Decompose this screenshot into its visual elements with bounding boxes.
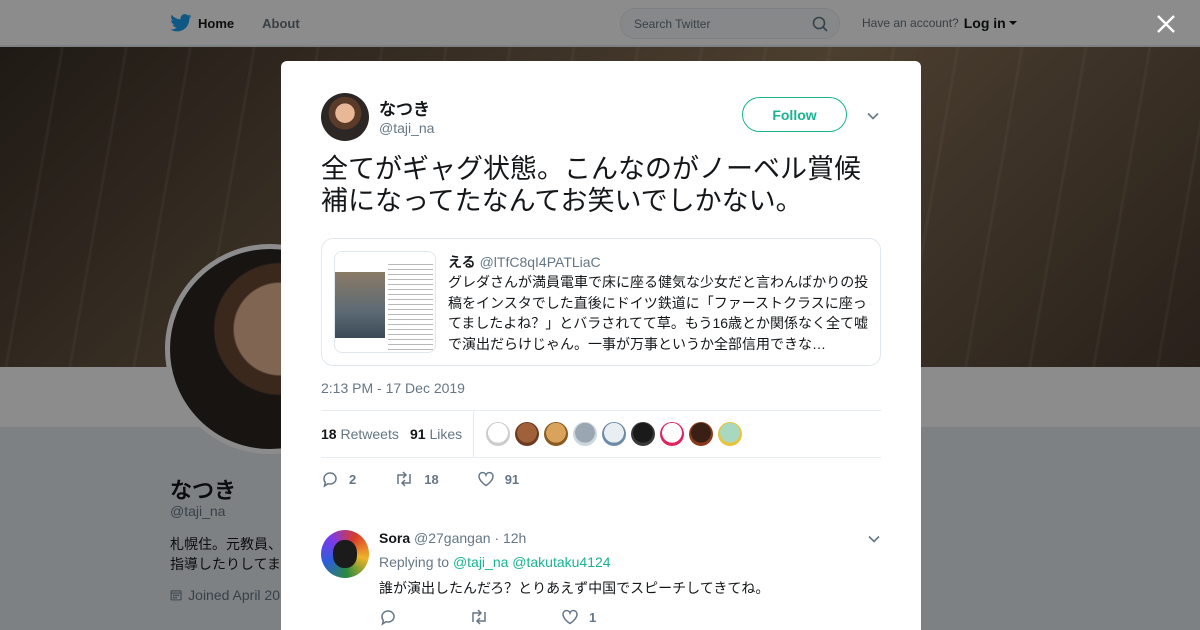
liker-avatar[interactable] xyxy=(718,422,742,446)
chevron-down-icon[interactable] xyxy=(867,532,881,546)
liker-avatar[interactable] xyxy=(573,422,597,446)
reply-icon xyxy=(381,610,395,626)
likes-count: 91 xyxy=(410,426,426,442)
liker-avatar[interactable] xyxy=(660,422,684,446)
retweet-count: 18 xyxy=(424,471,439,487)
tweet-stats: 18 Retweets 91 Likes xyxy=(321,410,881,458)
liker-avatar[interactable] xyxy=(515,422,539,446)
tweet-text: 全てがギャグ状態。こんなのがノーベル賞候補になってたなんてお笑いでしかない。 xyxy=(321,154,861,216)
author-avatar[interactable] xyxy=(321,93,369,141)
tweet-timestamp[interactable]: 2:13 PM - 17 Dec 2019 xyxy=(321,380,465,396)
author-name[interactable]: なつき xyxy=(379,95,430,120)
reply-author-name[interactable]: Sora xyxy=(379,530,410,546)
replying-to-label: Replying to xyxy=(379,554,450,570)
like-count: 1 xyxy=(589,609,597,625)
tweet-modal: なつき @taji_na Follow 全てがギャグ状態。こんなのがノーベル賞候… xyxy=(281,61,921,630)
heart-icon xyxy=(562,609,578,625)
like-count: 91 xyxy=(504,471,520,487)
retweets-stat[interactable]: 18 Retweets xyxy=(321,426,399,442)
like-action[interactable]: 91 xyxy=(477,470,519,488)
liker-avatar[interactable] xyxy=(486,422,510,446)
reply-author-handle[interactable]: @27gangan xyxy=(414,530,491,546)
retweet-action[interactable]: 18 xyxy=(394,470,439,488)
chevron-down-icon[interactable] xyxy=(866,109,880,123)
quoted-author-handle: @lTfC8qI4PATLiaC xyxy=(479,254,601,270)
retweet-icon xyxy=(472,609,486,625)
quoted-text-image xyxy=(388,260,433,350)
mention-link[interactable]: @taji_na xyxy=(453,554,508,570)
reply-icon xyxy=(323,472,337,488)
likes-stat[interactable]: 91 Likes xyxy=(410,426,462,442)
reply-actions: 1 xyxy=(379,608,658,626)
reply-tweet[interactable]: Sora @27gangan · 12h Replying to @taji_n… xyxy=(321,530,881,630)
reply-action[interactable] xyxy=(379,608,407,626)
liker-avatar[interactable] xyxy=(689,422,713,446)
retweets-count: 18 xyxy=(321,426,337,442)
reply-text: 誰が演出したんだろ？とりあえず中国でスピーチしてきてね。 xyxy=(379,580,770,596)
reply-count: 2 xyxy=(349,471,357,487)
stats-divider xyxy=(473,411,474,458)
quoted-author-name: える xyxy=(448,254,476,270)
reply-author-avatar[interactable] xyxy=(321,530,369,578)
heart-icon xyxy=(477,471,494,487)
likes-label: Likes xyxy=(429,426,463,442)
follow-button[interactable]: Follow xyxy=(742,97,847,132)
quoted-tweet-text: グレダさんが満員電車で床に座る健気な少女だと言わんばかりの投稿をインスタでした直… xyxy=(448,274,869,352)
reply-time[interactable]: · 12h xyxy=(494,530,526,546)
replying-to: Replying to @taji_na @takutaku4124 xyxy=(379,554,611,570)
quoted-tweet[interactable]: える @lTfC8qI4PATLiaC グレダさんが満員電車で床に座る健気な少女だ… xyxy=(321,238,881,366)
retweet-icon xyxy=(397,471,411,487)
quoted-photo xyxy=(335,272,385,338)
reply-header: Sora @27gangan · 12h xyxy=(379,530,526,546)
reply-action[interactable]: 2 xyxy=(321,470,356,488)
liker-avatar[interactable] xyxy=(544,422,568,446)
retweet-action[interactable] xyxy=(469,608,499,626)
like-action[interactable]: 1 xyxy=(561,608,596,626)
retweets-label: Retweets xyxy=(340,426,399,442)
quoted-author: える @lTfC8qI4PATLiaC xyxy=(448,252,601,272)
quoted-tweet-image[interactable] xyxy=(334,251,436,353)
tweet-actions: 2 18 91 xyxy=(321,467,557,491)
mention-link[interactable]: @takutaku4124 xyxy=(512,554,610,570)
liker-avatar[interactable] xyxy=(602,422,626,446)
close-icon[interactable] xyxy=(1156,14,1176,34)
author-handle[interactable]: @taji_na xyxy=(379,120,434,136)
liker-avatar[interactable] xyxy=(631,422,655,446)
liker-avatars xyxy=(486,422,747,446)
